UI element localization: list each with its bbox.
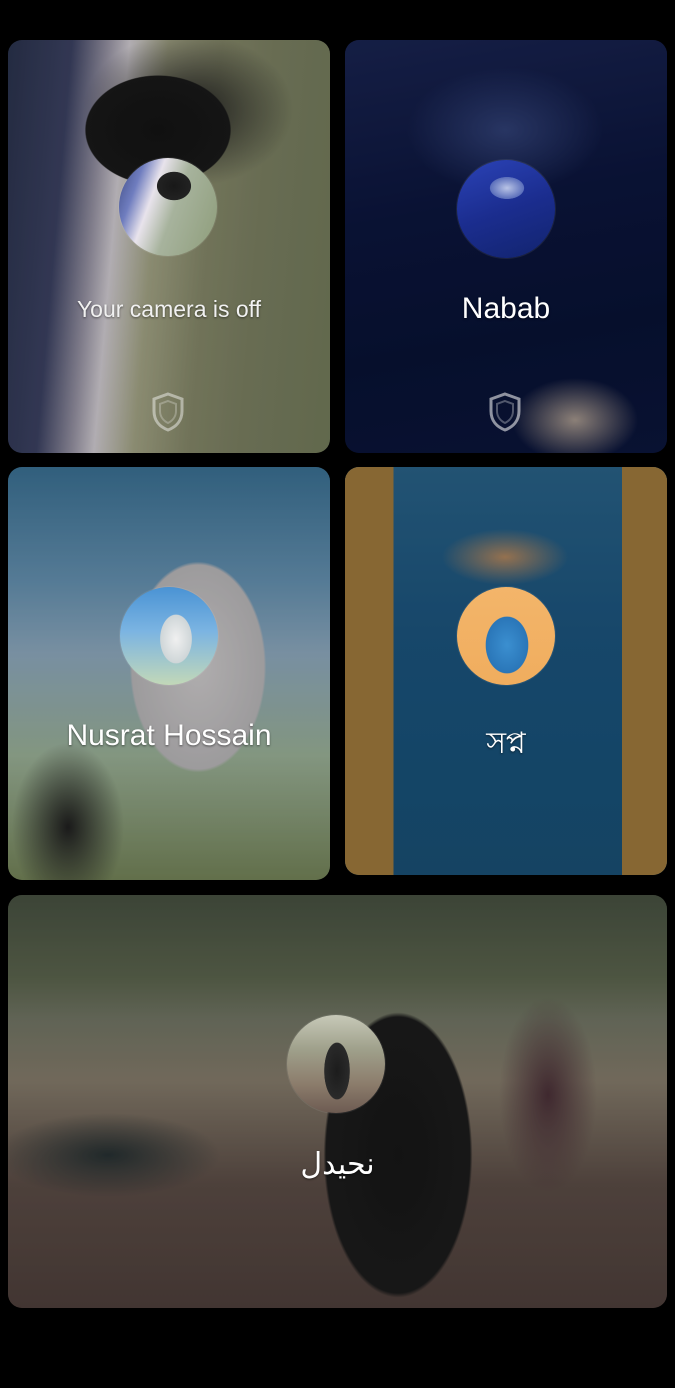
participant-name: Nabab: [461, 292, 551, 325]
participant-tile-nusrat[interactable]: Nusrat Hossain: [8, 467, 330, 880]
shield-icon: [489, 392, 521, 432]
participant-name: Nusrat Hossain: [66, 719, 272, 752]
avatar: [457, 587, 555, 685]
participant-name: সপ্ন: [486, 727, 526, 760]
shield-icon: [152, 392, 184, 432]
participant-tile-self[interactable]: Your camera is off: [8, 40, 330, 453]
avatar: [287, 1015, 385, 1113]
participant-tile-sopno[interactable]: সপ্ন: [345, 467, 667, 875]
avatar: [120, 587, 218, 685]
avatar: [457, 160, 555, 258]
participant-name: نحيدل: [300, 1148, 375, 1181]
participant-tile-nahidal[interactable]: نحيدل: [8, 895, 667, 1308]
participant-name: Your camera is off: [76, 296, 262, 322]
avatar: [119, 158, 217, 256]
participant-tile-nabab[interactable]: Nabab: [345, 40, 667, 453]
